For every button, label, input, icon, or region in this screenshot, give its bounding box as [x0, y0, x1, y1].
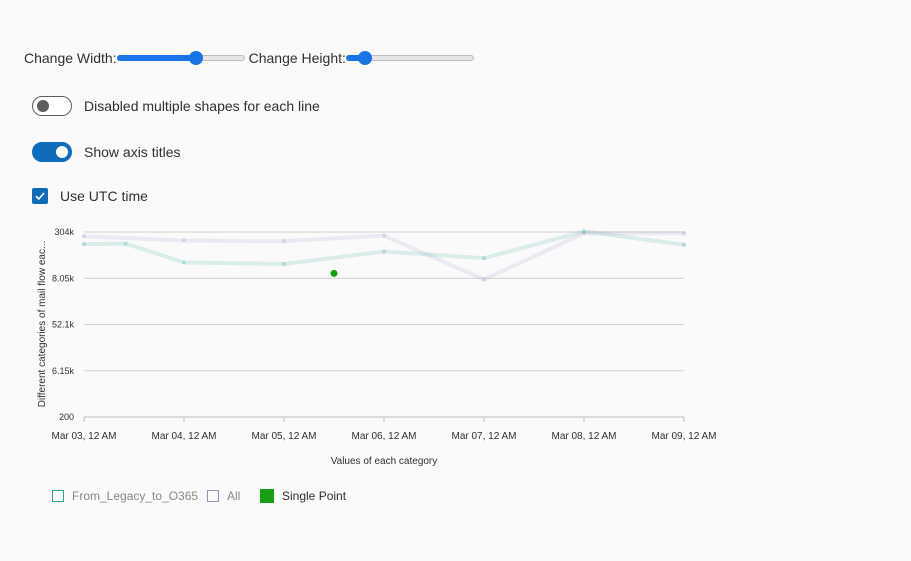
series-0-point-7: [682, 242, 686, 247]
series-1-point-2: [282, 239, 286, 244]
single-point-marker-0: [330, 269, 338, 277]
series-1-point-3: [382, 233, 386, 238]
legend-item-single-point[interactable]: Single Point: [260, 489, 346, 503]
legend-label-all: All: [227, 489, 241, 503]
series-line-1: [82, 231, 686, 282]
x-tick-label-5: Mar 08, 12 AM: [551, 431, 616, 442]
legend-label-legacy: From_Legacy_to_O365: [72, 489, 199, 503]
x-tick-label-4: Mar 07, 12 AM: [451, 431, 516, 442]
series-1-point-0: [82, 234, 86, 239]
y-tick-label-1: 8.05k: [52, 273, 75, 283]
series-1-point-4: [482, 277, 486, 282]
series-0-point-5: [482, 256, 486, 261]
y-axis-ticks: 304k 8.05k 52.1k 6.15k 200: [52, 227, 75, 422]
y-tick-label-2: 52.1k: [52, 320, 75, 330]
legend-item-all[interactable]: All: [207, 489, 240, 503]
x-tick-label-3: Mar 06, 12 AM: [351, 431, 416, 442]
x-tick-label-1: Mar 04, 12 AM: [151, 431, 216, 442]
x-tick-label-6: Mar 09, 12 AM: [651, 431, 716, 442]
series-1-point-6: [682, 231, 686, 236]
series-1-point-1: [182, 238, 186, 243]
y-tick-label-4: 200: [59, 412, 74, 422]
x-axis-title: Values of each category: [331, 456, 438, 467]
chart-series: [82, 229, 686, 282]
series-0-point-4: [382, 249, 386, 254]
series-0-point-0: [82, 242, 86, 247]
line-chart: 304k8.05k52.1k6.15k200 Mar 03, 12 AM Mar …: [37, 227, 717, 467]
legend-label-single-point: Single Point: [282, 489, 347, 503]
series-0-point-1: [123, 241, 128, 246]
series-0-point-3: [282, 261, 286, 266]
series-1-point-5: [582, 231, 586, 236]
legend-swatch-single-point: [260, 489, 274, 503]
legend-item-legacy[interactable]: From_Legacy_to_O365: [52, 489, 198, 503]
legend-swatch-legacy: [52, 490, 64, 502]
y-axis-title: Different categories of mail flow eac...: [37, 241, 48, 408]
legend-swatch-all: [207, 490, 219, 502]
series-0-point-2: [182, 260, 186, 265]
x-tick-label-2: Mar 05, 12 AM: [251, 431, 316, 442]
y-tick-label-3: 6.15k: [52, 366, 75, 376]
x-tick-label-0: Mar 03, 12 AM: [51, 431, 116, 442]
x-axis: Mar 03, 12 AM Mar 04, 12 AM Mar 05, 12 AM M…: [51, 416, 717, 442]
y-tick-label-0: 304k: [54, 227, 74, 237]
